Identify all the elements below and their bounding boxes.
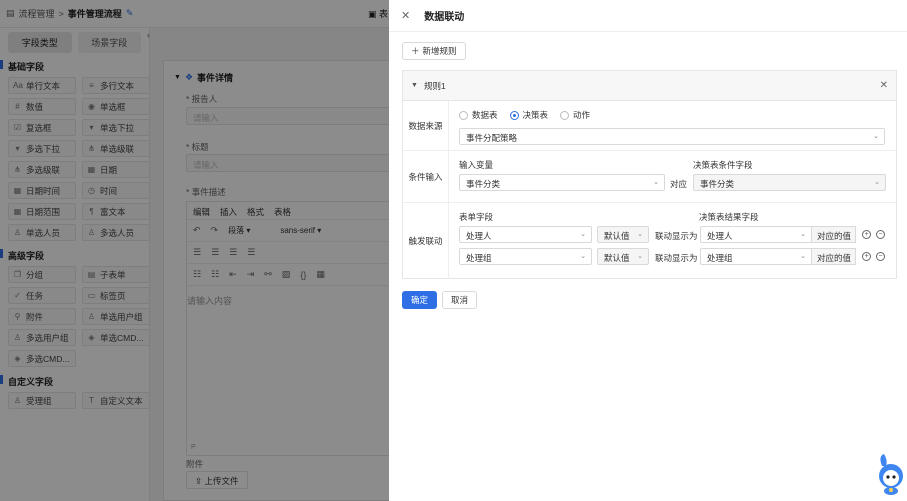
add-circle-icon[interactable]: + [862, 252, 871, 261]
trigger-linkage-row: 触发联动 表单字段 决策表结果字段 处理人 ⌄ 默认值 ⌄ 联动显示为 处理人 … [403, 203, 896, 279]
chevron-down-icon: ⌄ [580, 253, 586, 260]
input-variable-header: 输入变量 [459, 160, 494, 170]
input-variable-select[interactable]: 事件分类 ⌄ [459, 174, 665, 191]
data-linkage-drawer: ✕ 数据联动 ＋ 新增规则 ▼ 规则1 ✕ 数据来源 数据表 决策表 动作 事件… [389, 0, 907, 501]
display-as-label: 联动显示为 [655, 253, 698, 263]
assistant-mascot-icon[interactable] [876, 452, 904, 496]
chevron-down-icon: ⌄ [873, 133, 879, 140]
chevron-down-icon: ⌄ [800, 231, 806, 238]
radio-circle [509, 110, 519, 120]
form-field-select[interactable]: 处理人 ⌄ [459, 226, 592, 243]
corresponding-value-addon: 对应的值 [811, 226, 856, 243]
result-field-select[interactable]: 处理人 ⌄ [700, 226, 812, 243]
radio-circle [560, 110, 570, 120]
select-value: 处理组 [466, 253, 492, 263]
chevron-down-icon: ⌄ [637, 231, 643, 238]
select-value: 处理人 [707, 231, 733, 241]
select-value: 默认值 [604, 253, 630, 263]
radio-decision-table[interactable]: 决策表 [509, 109, 549, 121]
value-mode-select[interactable]: 默认值 ⌄ [597, 248, 649, 265]
result-field-header: 决策表结果字段 [699, 212, 759, 222]
radio-label: 数据表 [472, 110, 498, 120]
plus-icon: ＋ [411, 46, 420, 56]
chevron-down-icon: ⌄ [580, 231, 586, 238]
chevron-down-icon: ⌄ [653, 179, 659, 186]
data-source-label: 数据来源 [403, 101, 449, 150]
select-value: 事件分配策略 [466, 133, 518, 143]
source-radio-group: 数据表 决策表 动作 [459, 109, 590, 121]
radio-action[interactable]: 动作 [560, 109, 590, 121]
caret-down-icon[interactable]: ▼ [411, 82, 418, 89]
value-mode-select[interactable]: 默认值 ⌄ [597, 226, 649, 243]
chevron-down-icon: ⌄ [874, 179, 880, 186]
select-value: 默认值 [604, 231, 630, 241]
trigger-linkage-label: 触发联动 [403, 203, 449, 279]
rule-title: 规则1 [423, 80, 446, 91]
corresponding-value-addon: 对应的值 [811, 248, 856, 265]
radio-circle [459, 110, 468, 120]
drawer-header: ✕ 数据联动 [389, 0, 907, 32]
delete-rule-icon[interactable]: ✕ [880, 80, 888, 91]
radio-label: 决策表 [522, 110, 549, 120]
select-value: 事件分类 [700, 179, 735, 189]
condition-input-row: 条件输入 输入变量 决策表条件字段 事件分类 ⌄ 对应 事件分类 ⌄ [403, 151, 896, 203]
close-icon[interactable]: ✕ [401, 9, 410, 22]
rule-header[interactable]: ▼ 规则1 ✕ [403, 71, 896, 101]
data-source-row: 数据来源 数据表 决策表 动作 事件分配策略 ⌄ [403, 101, 896, 151]
add-rule-button[interactable]: ＋ 新增规则 [402, 42, 466, 60]
result-field-select[interactable]: 处理组 ⌄ [700, 248, 812, 265]
remove-circle-icon[interactable]: − [876, 252, 885, 261]
drawer-title: 数据联动 [424, 12, 465, 23]
decision-condition-select[interactable]: 事件分类 ⌄ [693, 174, 886, 191]
chevron-down-icon: ⌄ [637, 253, 643, 260]
radio-label: 动作 [573, 110, 591, 120]
condition-input-label: 条件输入 [403, 151, 449, 202]
add-circle-icon[interactable]: + [862, 230, 871, 239]
add-rule-label: 新增规则 [422, 46, 457, 56]
cancel-button[interactable]: 取消 [442, 291, 477, 309]
rule-card: ▼ 规则1 ✕ 数据来源 数据表 决策表 动作 事件分配策略 ⌄ 条件输入 输入… [402, 70, 897, 279]
select-value: 处理人 [466, 231, 492, 241]
select-value: 事件分类 [466, 179, 501, 189]
decision-condition-header: 决策表条件字段 [693, 160, 753, 170]
relation-label: 对应 [670, 179, 688, 189]
confirm-button[interactable]: 确定 [402, 291, 437, 309]
decision-table-select[interactable]: 事件分配策略 ⌄ [459, 128, 885, 145]
display-as-label: 联动显示为 [655, 231, 698, 241]
form-field-header: 表单字段 [459, 212, 494, 222]
radio-data-table[interactable]: 数据表 [459, 109, 498, 121]
remove-circle-icon[interactable]: − [876, 230, 885, 239]
chevron-down-icon: ⌄ [800, 253, 806, 260]
form-field-select[interactable]: 处理组 ⌄ [459, 248, 592, 265]
select-value: 处理组 [707, 253, 733, 263]
